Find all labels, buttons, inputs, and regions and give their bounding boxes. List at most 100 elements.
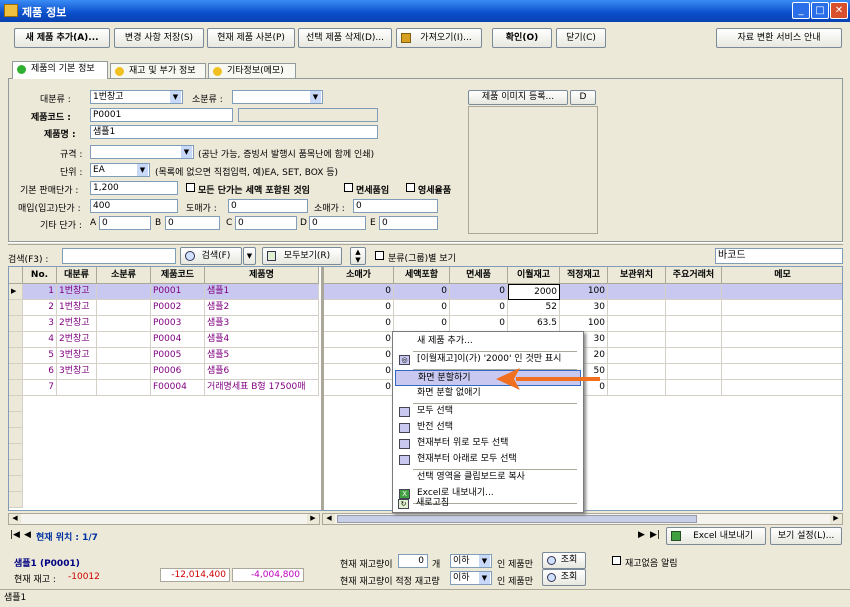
- minimize-button[interactable]: _: [792, 2, 810, 19]
- table-cell[interactable]: 0: [394, 284, 450, 300]
- save-changes-button[interactable]: 변경 사항 저장(S): [114, 28, 204, 48]
- barcode-field[interactable]: 바코드: [715, 248, 843, 264]
- tax-free-checkbox[interactable]: [344, 183, 353, 192]
- name-field[interactable]: 샘플1: [90, 125, 378, 139]
- column-header[interactable]: 이월재고: [508, 267, 560, 284]
- menu-select-all[interactable]: 모두 선택: [395, 404, 581, 420]
- vat-included-checkbox[interactable]: [186, 183, 195, 192]
- import-button[interactable]: 가져오기(I)...: [396, 28, 482, 48]
- lookup-button-1[interactable]: 조회: [542, 552, 586, 569]
- table-cell[interactable]: 100: [560, 284, 608, 300]
- table-cell[interactable]: 30: [560, 300, 608, 316]
- table-cell[interactable]: 샘플6: [205, 364, 319, 380]
- cond2-select[interactable]: 이하: [450, 571, 492, 585]
- code-field[interactable]: P0001: [90, 108, 233, 122]
- column-header[interactable]: 제품명: [205, 267, 319, 284]
- table-cell[interactable]: 5: [23, 348, 57, 364]
- row-indicator[interactable]: [9, 348, 23, 364]
- table-cell[interactable]: 1번창고: [57, 300, 97, 316]
- table-cell[interactable]: [97, 380, 151, 396]
- table-cell[interactable]: 0: [324, 300, 394, 316]
- table-cell[interactable]: [666, 300, 722, 316]
- table-cell[interactable]: [722, 332, 842, 348]
- table-cell[interactable]: 2000: [508, 284, 560, 300]
- table-cell[interactable]: [608, 380, 666, 396]
- table-cell[interactable]: [722, 284, 842, 300]
- table-cell[interactable]: [97, 332, 151, 348]
- nav-first-icon[interactable]: |◀: [10, 530, 20, 540]
- table-cell[interactable]: [722, 348, 842, 364]
- table-cell[interactable]: P0003: [151, 316, 205, 332]
- table-cell[interactable]: 3: [23, 316, 57, 332]
- table-cell[interactable]: 3번창고: [57, 364, 97, 380]
- column-header[interactable]: 제품코드: [151, 267, 205, 284]
- row-indicator[interactable]: [9, 332, 23, 348]
- splitter[interactable]: [8, 242, 843, 245]
- column-header[interactable]: 적정재고: [560, 267, 608, 284]
- table-cell[interactable]: [722, 316, 842, 332]
- table-cell[interactable]: [722, 300, 842, 316]
- table-cell[interactable]: [57, 380, 97, 396]
- table-cell[interactable]: P0006: [151, 364, 205, 380]
- table-cell[interactable]: 샘플1: [205, 284, 319, 300]
- close-window-button[interactable]: ✕: [830, 2, 848, 19]
- scroll-right-icon[interactable]: ▶: [307, 514, 319, 524]
- table-cell[interactable]: 샘플4: [205, 332, 319, 348]
- nav-last-icon[interactable]: ▶|: [650, 530, 660, 540]
- table-cell[interactable]: [97, 348, 151, 364]
- grid-split-bar[interactable]: [321, 267, 324, 510]
- table-cell[interactable]: [608, 284, 666, 300]
- buy-price-field[interactable]: 400: [90, 199, 178, 213]
- table-cell[interactable]: 0: [324, 284, 394, 300]
- show-all-button[interactable]: 모두보기(R): [262, 247, 342, 265]
- confirm-button[interactable]: 확인(O): [492, 28, 552, 48]
- minor-select[interactable]: [232, 90, 323, 104]
- column-header[interactable]: No.: [23, 267, 57, 284]
- table-cell[interactable]: F00004: [151, 380, 205, 396]
- table-cell[interactable]: P0001: [151, 284, 205, 300]
- table-cell[interactable]: [608, 364, 666, 380]
- table-cell[interactable]: 2번창고: [57, 332, 97, 348]
- search-input[interactable]: [62, 248, 176, 264]
- column-header[interactable]: 메모: [722, 267, 842, 284]
- table-cell[interactable]: 0: [324, 380, 394, 396]
- table-cell[interactable]: [666, 316, 722, 332]
- table-cell[interactable]: [666, 348, 722, 364]
- other-e-field[interactable]: 0: [379, 216, 438, 230]
- table-cell[interactable]: 샘플5: [205, 348, 319, 364]
- table-cell[interactable]: 0: [450, 300, 508, 316]
- column-header[interactable]: 주요거래처: [666, 267, 722, 284]
- table-cell[interactable]: [97, 364, 151, 380]
- scroll-right-icon[interactable]: ▶: [830, 514, 842, 524]
- left-hscrollbar[interactable]: ◀ ▶: [8, 513, 320, 525]
- menu-select-down[interactable]: 현재부터 아래로 모두 선택: [395, 452, 581, 468]
- excel-export-button[interactable]: Excel 내보내기: [666, 527, 766, 545]
- nav-next-icon[interactable]: ▶: [638, 530, 645, 540]
- table-cell[interactable]: 4: [23, 332, 57, 348]
- stock-threshold-field[interactable]: 0: [398, 554, 428, 568]
- table-cell[interactable]: 0: [324, 348, 394, 364]
- table-cell[interactable]: 3번창고: [57, 348, 97, 364]
- table-cell[interactable]: [97, 284, 151, 300]
- table-cell[interactable]: 0: [324, 316, 394, 332]
- column-header[interactable]: 소분류: [97, 267, 151, 284]
- tab-basic-info[interactable]: 제품의 기본 정보: [12, 61, 108, 79]
- data-convert-button[interactable]: 자료 변환 서비스 안내: [716, 28, 842, 48]
- table-cell[interactable]: [666, 380, 722, 396]
- nav-prev-icon[interactable]: ◀: [24, 530, 31, 540]
- table-cell[interactable]: [722, 364, 842, 380]
- sort-updown-button[interactable]: ▲ ▼: [350, 247, 366, 265]
- menu-copy-clipboard[interactable]: 선택 영역을 클립보드로 복사: [395, 470, 581, 486]
- group-view-checkbox[interactable]: [375, 251, 384, 260]
- row-indicator[interactable]: [9, 316, 23, 332]
- search-dropdown-button[interactable]: ▼: [243, 247, 256, 265]
- image-delete-button[interactable]: D: [570, 90, 596, 105]
- column-header[interactable]: 대분류: [57, 267, 97, 284]
- delete-selected-button[interactable]: 선택 제품 삭제(D)...: [298, 28, 392, 48]
- table-cell[interactable]: 샘플2: [205, 300, 319, 316]
- table-cell[interactable]: 2번창고: [57, 316, 97, 332]
- retail-field[interactable]: 0: [353, 199, 438, 213]
- cond1-select[interactable]: 이하: [450, 554, 492, 568]
- table-cell[interactable]: P0004: [151, 332, 205, 348]
- menu-select-up[interactable]: 현재부터 위로 모두 선택: [395, 436, 581, 452]
